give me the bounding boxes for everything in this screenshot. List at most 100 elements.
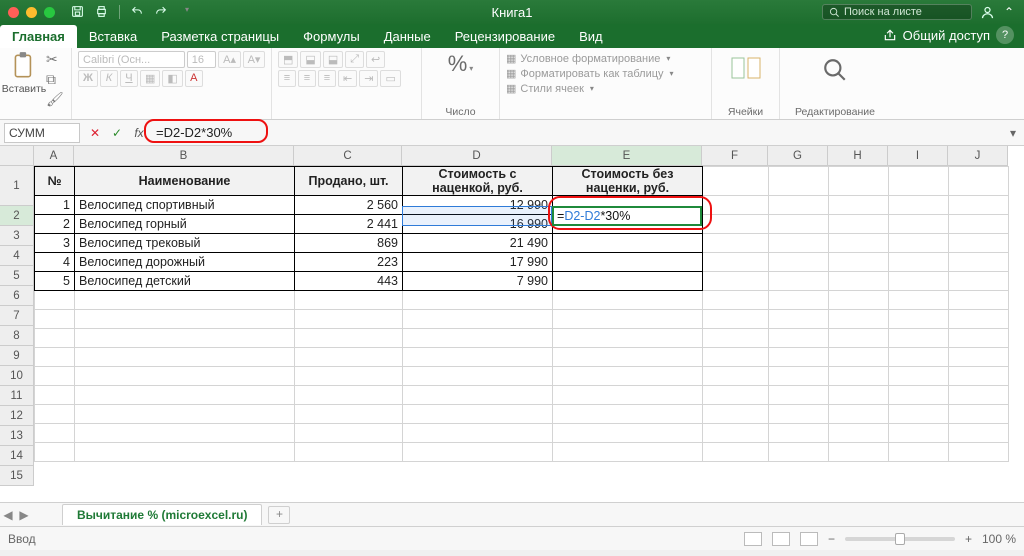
row-header-6[interactable]: 6: [0, 286, 34, 306]
row-header-11[interactable]: 11: [0, 386, 34, 406]
find-icon[interactable]: [822, 57, 848, 83]
tab-formulas[interactable]: Формулы: [291, 25, 372, 48]
zoom-slider[interactable]: [845, 537, 955, 541]
col-header-B[interactable]: B: [74, 146, 294, 166]
tab-data[interactable]: Данные: [372, 25, 443, 48]
indent-inc-button[interactable]: ⇥: [359, 70, 378, 87]
spreadsheet-grid[interactable]: ABCDEFGHIJ 123456789101112131415 №Наимен…: [0, 146, 1024, 502]
row-header-2[interactable]: 2: [0, 206, 34, 226]
font-name-select[interactable]: Calibri (Осн...: [78, 51, 185, 68]
row-header-12[interactable]: 12: [0, 406, 34, 426]
row-headers[interactable]: 123456789101112131415: [0, 166, 34, 486]
print-icon[interactable]: [95, 5, 109, 19]
merge-button[interactable]: ▭: [380, 70, 400, 87]
conditional-formatting-button[interactable]: ▦Условное форматирование▾: [506, 52, 705, 65]
row-header-4[interactable]: 4: [0, 246, 34, 266]
row-header-10[interactable]: 10: [0, 366, 34, 386]
sheet-nav-prev[interactable]: ◀: [0, 508, 16, 522]
tab-review[interactable]: Рецензирование: [443, 25, 567, 48]
col-header-F[interactable]: F: [702, 146, 768, 166]
fx-button[interactable]: fx: [128, 126, 150, 140]
user-icon[interactable]: [980, 5, 994, 20]
save-icon[interactable]: [71, 5, 85, 19]
tab-page-layout[interactable]: Разметка страницы: [149, 25, 291, 48]
row-header-8[interactable]: 8: [0, 326, 34, 346]
sheet-tab-active[interactable]: Вычитание % (microexcel.ru): [62, 504, 262, 525]
format-as-table-button[interactable]: ▦Форматировать как таблицу▾: [506, 67, 705, 80]
align-right-button[interactable]: ≡: [318, 70, 336, 87]
cut-icon[interactable]: ✂: [46, 51, 64, 68]
border-button[interactable]: ▦: [140, 70, 160, 87]
wrap-text-button[interactable]: ↩: [366, 51, 385, 68]
tab-home[interactable]: Главная: [0, 25, 77, 48]
zoom-out-button[interactable]: −: [828, 532, 835, 546]
view-page-layout-button[interactable]: [772, 532, 790, 546]
font-size-select[interactable]: 16: [187, 51, 216, 68]
italic-button[interactable]: К: [100, 70, 118, 87]
font-group: Calibri (Осн... 16 A▴ A▾ Ж К Ч ▦ ◧ A: [72, 48, 272, 119]
fullscreen-window-button[interactable]: [44, 7, 55, 18]
row-header-5[interactable]: 5: [0, 266, 34, 286]
cells-area[interactable]: №НаименованиеПродано, шт.Стоимость с нац…: [34, 166, 1009, 462]
view-normal-button[interactable]: [744, 532, 762, 546]
row-header-3[interactable]: 3: [0, 226, 34, 246]
cell-styles-button[interactable]: ▦Стили ячеек▾: [506, 82, 705, 95]
expand-formula-bar-button[interactable]: ▾: [1002, 126, 1024, 140]
accept-formula-button[interactable]: ✓: [106, 126, 128, 140]
minimize-window-button[interactable]: [26, 7, 37, 18]
tab-view[interactable]: Вид: [567, 25, 615, 48]
row-header-13[interactable]: 13: [0, 426, 34, 446]
col-header-H[interactable]: H: [828, 146, 888, 166]
col-header-D[interactable]: D: [402, 146, 552, 166]
bold-button[interactable]: Ж: [78, 70, 98, 87]
add-sheet-button[interactable]: +: [268, 506, 290, 524]
close-window-button[interactable]: [8, 7, 19, 18]
sheet-tab-bar: ◀ ▶ Вычитание % (microexcel.ru) +: [0, 502, 1024, 526]
ribbon-toggle-icon[interactable]: ⌃: [1002, 5, 1016, 19]
col-header-I[interactable]: I: [888, 146, 948, 166]
orientation-button[interactable]: ⤢: [345, 51, 364, 68]
cells-icon[interactable]: [731, 57, 761, 79]
col-header-J[interactable]: J: [948, 146, 1008, 166]
row-header-14[interactable]: 14: [0, 446, 34, 466]
select-all-corner[interactable]: [0, 146, 34, 166]
redo-icon[interactable]: [154, 5, 168, 19]
row-header-9[interactable]: 9: [0, 346, 34, 366]
zoom-in-button[interactable]: +: [965, 532, 972, 546]
col-header-C[interactable]: C: [294, 146, 402, 166]
underline-button[interactable]: Ч: [120, 70, 138, 87]
formula-input[interactable]: [150, 123, 1002, 142]
col-header-G[interactable]: G: [768, 146, 828, 166]
align-middle-button[interactable]: ⬓: [300, 51, 320, 68]
row-header-1[interactable]: 1: [0, 166, 34, 206]
align-center-button[interactable]: ≡: [298, 70, 316, 87]
col-header-A[interactable]: A: [34, 146, 74, 166]
indent-dec-button[interactable]: ⇤: [338, 70, 357, 87]
align-bottom-button[interactable]: ⬓: [323, 51, 343, 68]
percent-icon[interactable]: %▾: [448, 51, 474, 77]
align-top-button[interactable]: ⬒: [278, 51, 298, 68]
ribbon-tabs: Главная Вставка Разметка страницы Формул…: [0, 24, 1024, 48]
qat-dropdown-icon[interactable]: ▾: [180, 5, 194, 19]
font-color-button[interactable]: A: [185, 70, 203, 87]
format-painter-icon[interactable]: 🖌: [46, 91, 64, 108]
cancel-formula-button[interactable]: ✕: [84, 126, 106, 140]
sheet-search[interactable]: Поиск на листе: [822, 4, 972, 20]
paste-button[interactable]: Вставить: [6, 51, 42, 117]
share-button[interactable]: Общий доступ: [903, 28, 990, 43]
fill-color-button[interactable]: ◧: [162, 70, 182, 87]
copy-icon[interactable]: ⧉: [46, 71, 64, 88]
tab-insert[interactable]: Вставка: [77, 25, 149, 48]
undo-icon[interactable]: [130, 5, 144, 19]
col-header-E[interactable]: E: [552, 146, 702, 166]
sheet-nav-next[interactable]: ▶: [16, 508, 32, 522]
increase-font-button[interactable]: A▴: [218, 51, 240, 68]
row-header-15[interactable]: 15: [0, 466, 34, 486]
row-header-7[interactable]: 7: [0, 306, 34, 326]
view-page-break-button[interactable]: [800, 532, 818, 546]
name-box[interactable]: [4, 123, 80, 143]
column-headers[interactable]: ABCDEFGHIJ: [34, 146, 1008, 166]
help-icon[interactable]: ?: [996, 26, 1014, 44]
decrease-font-button[interactable]: A▾: [243, 51, 265, 68]
align-left-button[interactable]: ≡: [278, 70, 296, 87]
